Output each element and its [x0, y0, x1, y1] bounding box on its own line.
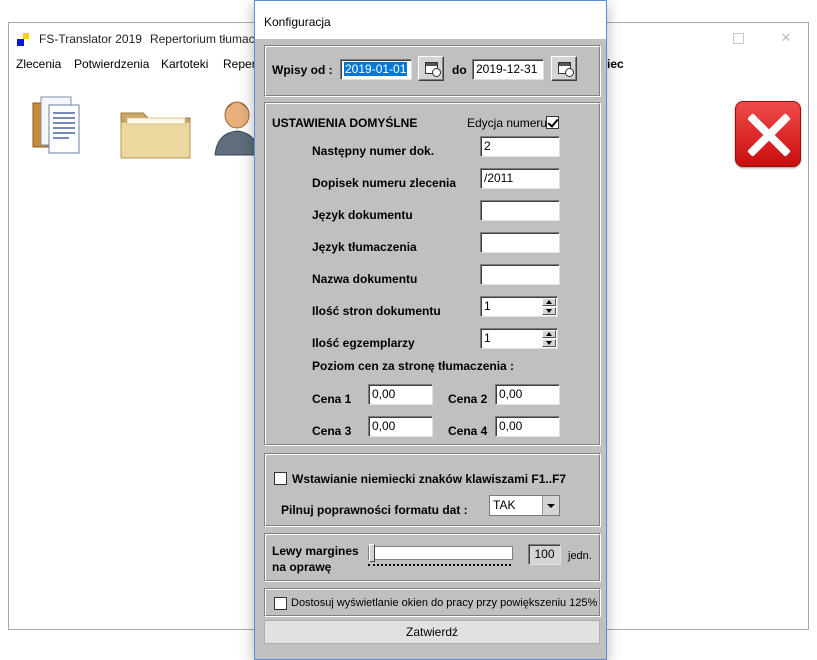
config-dialog: Konfiguracja Wpisy od : 2019-01-01 do 20…: [254, 0, 607, 660]
submit-button[interactable]: Zatwierdź: [264, 620, 600, 644]
margin-label-line2: na oprawę: [272, 560, 332, 574]
date-to-calendar-button[interactable]: [551, 56, 577, 81]
chevron-down-icon[interactable]: [542, 496, 559, 515]
doc-name-field[interactable]: [480, 264, 560, 285]
dialog-titlebar: Konfiguracja: [255, 1, 606, 39]
date-range-group: Wpisy od : 2019-01-01 do 2019-12-31: [264, 45, 601, 97]
date-format-select[interactable]: TAK: [489, 495, 560, 516]
app-subtitle: Repertorium tłumac: [149, 32, 255, 46]
pages-label: Ilość stron dokumentu: [312, 304, 441, 318]
price4-label: Cena 4: [448, 424, 488, 438]
suffix-label: Dopisek numeru zlecenia: [312, 176, 457, 190]
price1-label: Cena 1: [312, 392, 352, 406]
doc-lang-label: Język dokumentu: [312, 208, 413, 222]
margin-value: 100: [528, 544, 561, 565]
scaling-label: Dostosuj wyświetlanie okien do pracy prz…: [291, 597, 598, 609]
menu-potwierdzenia[interactable]: Potwierdzenia: [74, 57, 149, 71]
folder-icon[interactable]: [117, 91, 197, 171]
app-logo-icon: [17, 33, 31, 47]
date-format-value: TAK: [493, 498, 516, 512]
next-number-label: Następny numer dok.: [312, 144, 435, 158]
date-format-label: Pilnuj poprawności formatu dat :: [281, 503, 468, 517]
price4-field[interactable]: 0,00: [495, 416, 560, 437]
suffix-field[interactable]: /2011: [480, 168, 560, 189]
copies-spin[interactable]: [542, 330, 556, 347]
doc-name-label: Nazwa dokumentu: [312, 272, 418, 286]
main-title: FS-Translator 2019 Repertorium tłumac: [39, 32, 255, 46]
date-to-field[interactable]: 2019-12-31: [472, 59, 544, 80]
date-from-value: 2019-01-01: [344, 62, 408, 76]
dialog-body: Wpisy od : 2019-01-01 do 2019-12-31 USTA…: [255, 39, 606, 659]
document-icon[interactable]: [17, 91, 97, 171]
margin-slider-thumb[interactable]: [369, 544, 375, 562]
german-chars-label: Wstawianie niemiecki znaków klawiszami F…: [292, 472, 567, 486]
input-options-group: Wstawianie niemiecki znaków klawiszami F…: [264, 453, 601, 527]
price3-label: Cena 3: [312, 424, 352, 438]
date-from-label: Wpisy od :: [272, 63, 333, 77]
price2-field[interactable]: 0,00: [495, 384, 560, 405]
margin-unit: jedn.: [568, 550, 592, 562]
menu-zlecenia[interactable]: Zlecenia: [16, 57, 61, 71]
spin-up-icon[interactable]: [542, 330, 556, 338]
margin-group: Lewy margines na oprawę 100 jedn.: [264, 533, 601, 582]
pages-spin[interactable]: [542, 298, 556, 315]
copies-value: 1: [484, 331, 491, 345]
doc-lang-field[interactable]: [480, 200, 560, 221]
date-from-field[interactable]: 2019-01-01: [340, 59, 412, 80]
menu-koniec[interactable]: iec: [607, 57, 624, 71]
exit-icon[interactable]: [735, 101, 801, 167]
menu-repertorium[interactable]: Reper: [223, 57, 256, 71]
scaling-checkbox[interactable]: [274, 597, 287, 610]
date-from-calendar-button[interactable]: [418, 56, 444, 81]
window-controls: ✕: [668, 23, 808, 54]
calendar-icon: [558, 62, 574, 77]
price3-field[interactable]: 0,00: [368, 416, 433, 437]
date-to-label: do: [452, 63, 467, 77]
close-icon[interactable]: ✕: [779, 31, 793, 45]
defaults-group: USTAWIENIA DOMYŚLNE Edycja numeru Następ…: [264, 102, 601, 446]
spin-down-icon[interactable]: [542, 339, 556, 347]
margin-label-line1: Lewy margines: [272, 544, 359, 558]
spin-up-icon[interactable]: [542, 298, 556, 306]
margin-slider[interactable]: [368, 546, 513, 560]
menu-kartoteki[interactable]: Kartoteki: [161, 57, 208, 71]
price2-label: Cena 2: [448, 392, 488, 406]
defaults-heading: USTAWIENIA DOMYŚLNE: [272, 116, 418, 130]
german-chars-checkbox[interactable]: [274, 472, 287, 485]
copies-stepper[interactable]: 1: [480, 328, 558, 349]
app-name: FS-Translator 2019: [39, 32, 142, 46]
margin-label: Lewy margines na oprawę: [272, 543, 359, 575]
scaling-group: Dostosuj wyświetlanie okien do pracy prz…: [264, 588, 601, 617]
price1-field[interactable]: 0,00: [368, 384, 433, 405]
calendar-icon: [425, 62, 441, 77]
edit-number-checkbox[interactable]: [546, 116, 559, 129]
spin-down-icon[interactable]: [542, 307, 556, 315]
dialog-title: Konfiguracja: [264, 15, 331, 29]
pages-stepper[interactable]: 1: [480, 296, 558, 317]
edit-number-label: Edycja numeru: [467, 116, 548, 130]
maximize-icon[interactable]: [731, 31, 745, 45]
margin-slider-ticks: [368, 564, 511, 566]
pages-value: 1: [484, 299, 491, 313]
copies-label: Ilość egzemplarzy: [312, 336, 415, 350]
trans-lang-label: Język tłumaczenia: [312, 240, 417, 254]
next-number-field[interactable]: 2: [480, 136, 560, 157]
price-level-label: Poziom cen za stronę tłumaczenia :: [312, 359, 515, 373]
trans-lang-field[interactable]: [480, 232, 560, 253]
